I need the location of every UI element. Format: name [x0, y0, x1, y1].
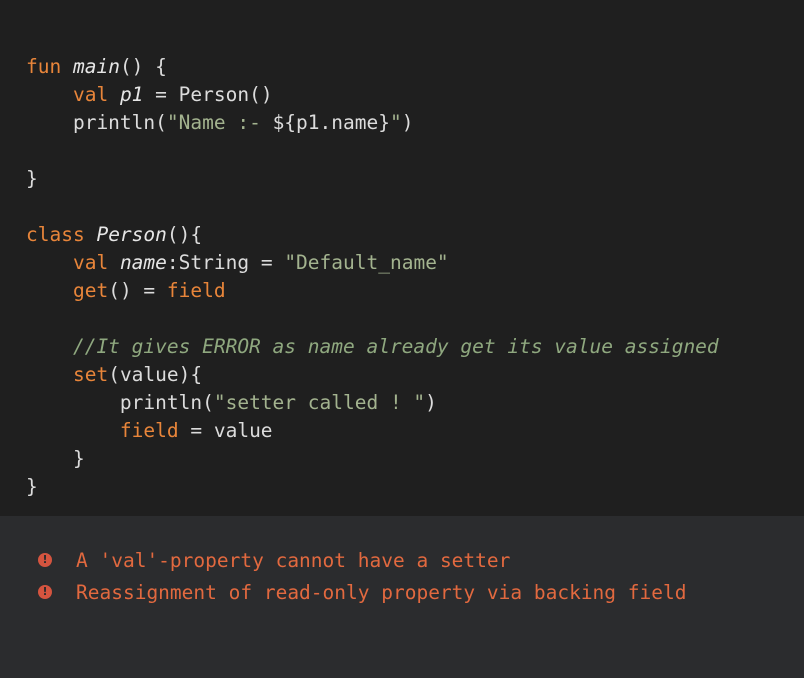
code-line[interactable]: }	[26, 165, 804, 193]
code-line[interactable]: println("setter called ! ")	[26, 389, 804, 417]
code-token: = value	[178, 419, 273, 442]
code-line[interactable]: get() = field	[26, 277, 804, 305]
code-line[interactable]: class Person(){	[26, 221, 804, 249]
code-line[interactable]: fun main() {	[26, 53, 804, 81]
code-token: set	[72, 363, 109, 386]
code-token: "Default_name"	[284, 251, 449, 274]
code-line[interactable]	[26, 137, 804, 165]
code-area[interactable]: fun main() { val p1 = Person() println("…	[0, 53, 804, 501]
code-token: field	[119, 419, 179, 442]
code-token: //It gives ERROR as name already get its…	[26, 335, 719, 358]
error-message: Reassignment of read-only property via b…	[76, 580, 687, 604]
code-line[interactable]: //It gives ERROR as name already get its…	[26, 333, 804, 361]
code-token: () =	[108, 279, 167, 302]
code-editor[interactable]: fun main() { val p1 = Person() println("…	[0, 0, 804, 516]
code-token: "	[389, 111, 402, 134]
code-token: )	[401, 111, 414, 134]
code-token: :String =	[166, 251, 285, 274]
error-message: A 'val'-property cannot have a setter	[76, 548, 511, 572]
problems-panel: ! A 'val'-property cannot have a setter …	[0, 516, 804, 678]
code-token: "Name :-	[166, 111, 273, 134]
error-icon: !	[38, 553, 52, 567]
code-token: "setter called ! "	[213, 391, 426, 414]
code-token: }	[26, 475, 38, 498]
code-token: = Person()	[143, 83, 273, 106]
error-item[interactable]: ! A 'val'-property cannot have a setter	[0, 544, 804, 576]
code-line[interactable]: val name:String = "Default_name"	[26, 249, 804, 277]
code-token: name	[119, 251, 167, 274]
code-token: println(	[26, 111, 167, 134]
code-line[interactable]: val p1 = Person()	[26, 81, 804, 109]
code-token: fun	[26, 55, 73, 78]
code-line[interactable]: println("Name :- ${p1.name}")	[26, 109, 804, 137]
code-token: p1	[119, 83, 144, 106]
code-token: val	[72, 251, 120, 274]
code-token: (){	[166, 223, 203, 246]
code-token: println(	[26, 391, 214, 414]
code-line[interactable]	[26, 193, 804, 221]
code-token: class	[26, 223, 97, 246]
code-token: main	[72, 55, 120, 78]
code-line[interactable]: set(value){	[26, 361, 804, 389]
code-line[interactable]: field = value	[26, 417, 804, 445]
error-item[interactable]: ! Reassignment of read-only property via…	[0, 576, 804, 608]
code-line[interactable]: }	[26, 445, 804, 473]
code-token: }	[26, 447, 85, 470]
code-token: field	[166, 279, 226, 302]
error-icon: !	[38, 585, 52, 599]
code-line[interactable]	[26, 305, 804, 333]
code-token: )	[425, 391, 437, 414]
code-token: }	[26, 167, 38, 190]
code-line[interactable]: }	[26, 473, 804, 501]
code-token: ${p1.name}	[272, 111, 390, 134]
code-token: (value){	[108, 363, 203, 386]
code-token: get	[72, 279, 109, 302]
code-token: () {	[119, 55, 167, 78]
code-token: val	[72, 83, 120, 106]
code-token: Person	[96, 223, 167, 246]
